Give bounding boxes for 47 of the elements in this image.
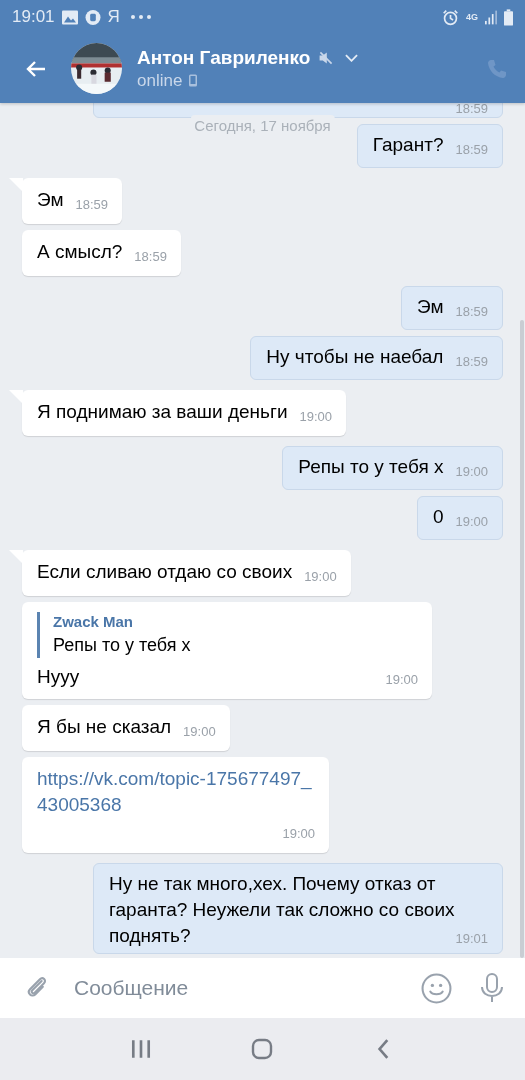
mobile-phone-icon bbox=[189, 74, 198, 87]
message-text: Эм bbox=[37, 189, 64, 210]
message-input[interactable]: Сообщение bbox=[74, 976, 421, 1000]
message-time: 19:00 bbox=[299, 409, 333, 424]
image-icon bbox=[61, 9, 78, 25]
message-time: 19:00 bbox=[183, 724, 216, 739]
message-time: 19:00 bbox=[385, 671, 418, 689]
microphone-icon[interactable] bbox=[479, 973, 505, 1003]
online-status: online bbox=[137, 70, 183, 91]
message-text: Ну чтобы не наебал bbox=[266, 346, 444, 367]
app-glyph: Я bbox=[107, 7, 120, 27]
message-time: 19:00 bbox=[304, 569, 337, 584]
reply-author[interactable]: Zwack Man bbox=[53, 612, 418, 632]
message-text: Я бы не сказал bbox=[37, 716, 172, 737]
message-text: Если сливаю отдаю со своих bbox=[37, 561, 293, 582]
message-text: Ну не так много,хех. Почему отказ от гаранта? Неужели так сложно со своих поднять? bbox=[109, 873, 455, 946]
signal-icon bbox=[485, 9, 497, 25]
message-time: 19:00 bbox=[282, 825, 315, 843]
message-time: 18:59 bbox=[455, 304, 488, 319]
home-icon[interactable] bbox=[251, 1038, 274, 1060]
message-text: Нууу bbox=[37, 666, 80, 687]
recent-apps-icon[interactable] bbox=[129, 1038, 152, 1060]
message-text: А смысл? bbox=[37, 241, 123, 262]
message-text: 0 bbox=[432, 506, 444, 527]
message-time: 19:01 bbox=[455, 930, 488, 948]
message-time: 18:59 bbox=[455, 142, 488, 157]
smiley-icon[interactable] bbox=[421, 972, 452, 1004]
message-time: 19:00 bbox=[455, 514, 488, 529]
more-icon bbox=[130, 15, 151, 19]
message-time: 18:59 bbox=[134, 249, 167, 264]
message-text: Я поднимаю за ваши деньги bbox=[37, 401, 288, 422]
message-time: 18:59 bbox=[455, 103, 488, 116]
contact-name[interactable]: Антон Гавриленко bbox=[137, 46, 311, 69]
circle-app-icon bbox=[84, 9, 101, 25]
message-text: Гарант? bbox=[372, 134, 444, 155]
battery-icon bbox=[504, 8, 513, 26]
chevron-down-icon[interactable] bbox=[345, 53, 359, 62]
message-text: Эм bbox=[416, 296, 444, 317]
link[interactable]: https://vk.com/topic-175677497_43005368 bbox=[37, 766, 315, 818]
network-type: 4G bbox=[466, 12, 478, 22]
message-time: 18:59 bbox=[455, 354, 488, 369]
reply-text: Репы то у тебя х bbox=[53, 634, 192, 657]
alarm-icon bbox=[442, 8, 459, 26]
message-time: 19:00 bbox=[455, 464, 488, 479]
message-time: 18:59 bbox=[75, 197, 109, 212]
message-text: Репы то у тебя х bbox=[298, 456, 444, 477]
status-time: 19:01 bbox=[12, 7, 55, 27]
